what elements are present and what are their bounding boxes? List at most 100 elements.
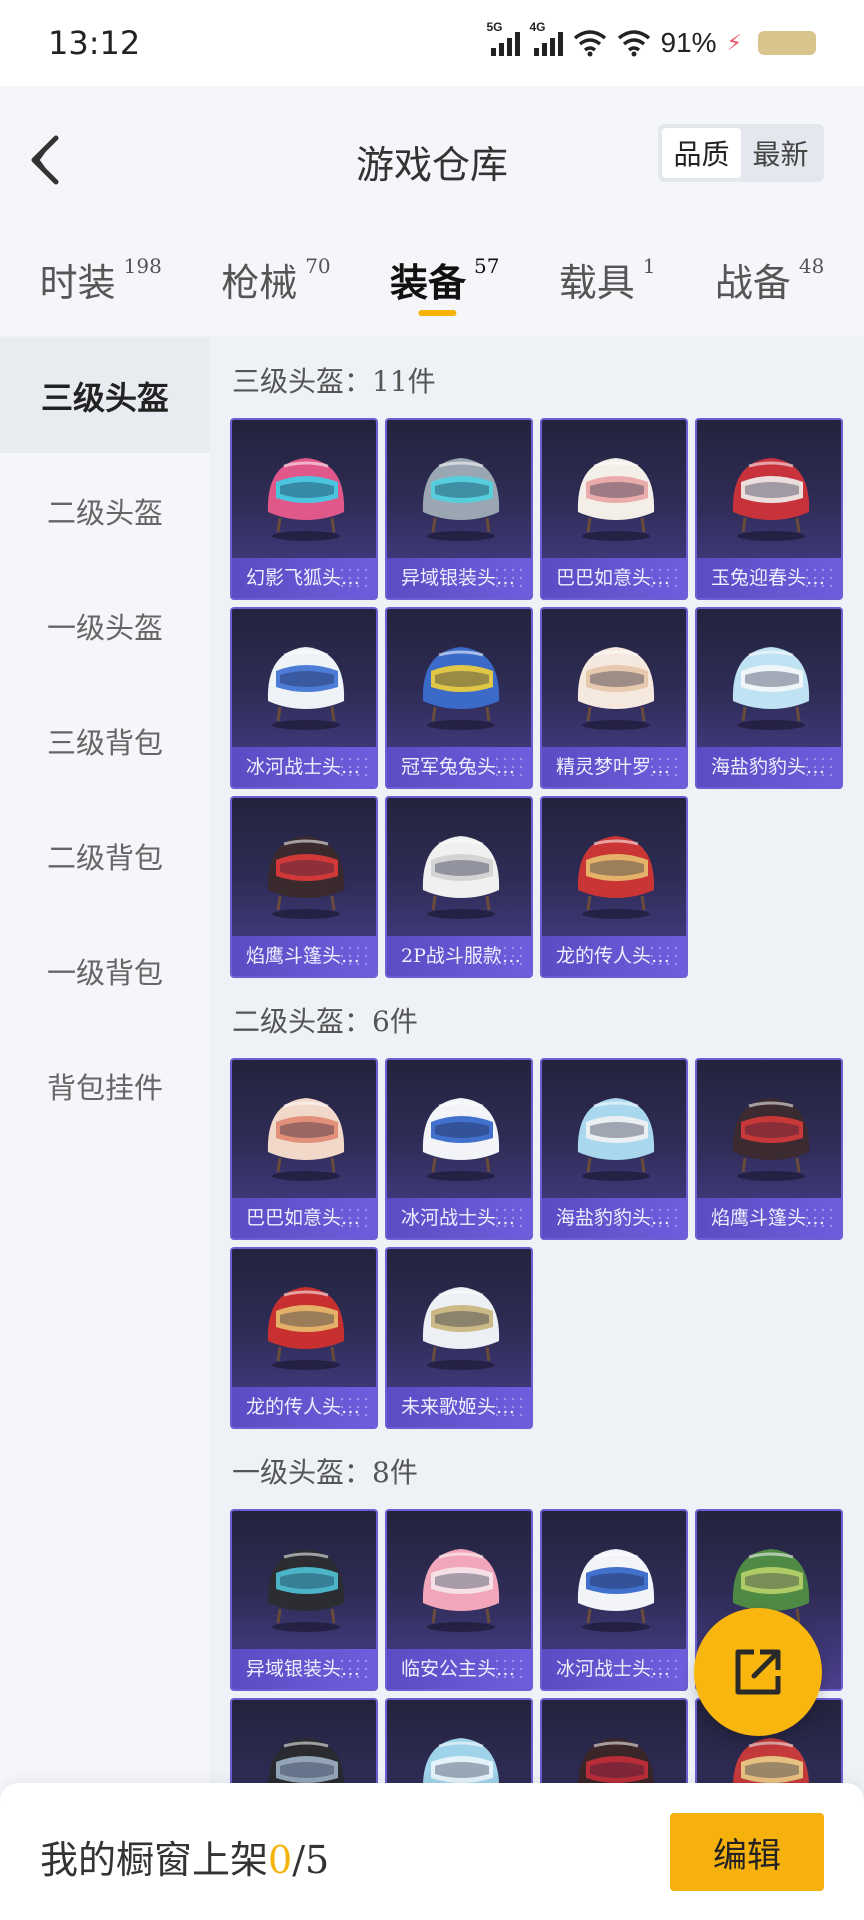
dot-pattern xyxy=(493,566,523,590)
helmet-icon xyxy=(409,820,513,924)
tab-fashion[interactable]: 时装 198 xyxy=(40,222,162,336)
dot-pattern xyxy=(338,1657,368,1681)
sidebar-item-level1-backpack[interactable]: 一级背包 xyxy=(0,913,210,1028)
sidebar-item-level2-backpack[interactable]: 二级背包 xyxy=(0,798,210,913)
showcase-label: 我的橱窗上架 xyxy=(40,1838,268,1882)
sort-newest-button[interactable]: 最新 xyxy=(741,128,820,178)
tab-count: 57 xyxy=(474,254,499,278)
helmet-icon xyxy=(564,820,668,924)
item-card[interactable]: 海盐豹豹头… xyxy=(695,607,843,789)
item-card[interactable]: 2P战斗服款… xyxy=(385,796,533,978)
helmet-icon xyxy=(564,442,668,546)
dot-pattern xyxy=(648,1206,678,1230)
section-title: 三级头盔：11件 xyxy=(232,360,864,400)
share-icon xyxy=(730,1644,786,1700)
item-card[interactable]: 焰鹰斗篷头… xyxy=(695,1058,843,1240)
sidebar-item-level1-helmet[interactable]: 一级头盔 xyxy=(0,568,210,683)
dot-pattern xyxy=(493,1657,523,1681)
helmet-icon xyxy=(254,1722,358,1783)
helmet-icon xyxy=(409,631,513,735)
battery-percent: 91% xyxy=(661,27,717,59)
dot-pattern xyxy=(338,755,368,779)
header: 游戏仓库 品质 最新 xyxy=(0,86,864,222)
item-card[interactable]: 未来歌姬头… xyxy=(385,1247,533,1429)
status-bar: 13:12 5G 4G 91% ⚡ xyxy=(0,0,864,86)
dot-pattern xyxy=(493,1395,523,1419)
showcase-total: /5 xyxy=(292,1838,329,1882)
tab-label: 载具 xyxy=(559,252,635,307)
item-card[interactable]: 龙的传人头… xyxy=(230,1247,378,1429)
tab-count: 1 xyxy=(643,254,656,278)
helmet-icon xyxy=(254,442,358,546)
dot-pattern xyxy=(648,944,678,968)
item-card[interactable] xyxy=(385,1698,533,1783)
item-card[interactable]: 巴巴如意头… xyxy=(540,418,688,600)
item-card[interactable]: 临安公主头… xyxy=(385,1509,533,1691)
sidebar: 三级头盔 二级头盔 一级头盔 三级背包 二级背包 一级背包 背包挂件 xyxy=(0,338,210,1920)
wifi-icon-2 xyxy=(617,29,651,57)
tab-count: 48 xyxy=(799,254,824,278)
dot-pattern xyxy=(338,1206,368,1230)
tab-label: 时装 xyxy=(40,252,116,307)
helmet-icon xyxy=(254,1082,358,1186)
item-card[interactable]: 冰河战士头… xyxy=(230,607,378,789)
sidebar-item-level3-helmet[interactable]: 三级头盔 xyxy=(0,338,210,453)
helmet-icon xyxy=(409,1082,513,1186)
sort-quality-button[interactable]: 品质 xyxy=(662,128,741,178)
share-button[interactable] xyxy=(694,1608,822,1736)
tab-equipment[interactable]: 装备 57 xyxy=(390,222,499,336)
item-card[interactable]: 巴巴如意头… xyxy=(230,1058,378,1240)
item-card[interactable]: 幻影飞狐头… xyxy=(230,418,378,600)
status-time: 13:12 xyxy=(48,24,140,62)
dot-pattern xyxy=(338,1395,368,1419)
item-grid: 巴巴如意头…冰河战士头…海盐豹豹头…焰鹰斗篷头… 龙的传人头…未来歌姬头… xyxy=(230,1058,864,1429)
sidebar-item-level3-backpack[interactable]: 三级背包 xyxy=(0,683,210,798)
helmet-icon xyxy=(409,442,513,546)
dot-pattern xyxy=(493,944,523,968)
dot-pattern xyxy=(648,755,678,779)
category-tabs: 时装 198 枪械 70 装备 57 载具 1 战备 48 xyxy=(0,222,864,336)
signal-5g-icon: 5G xyxy=(487,30,520,56)
item-card[interactable]: 异域银装头… xyxy=(385,418,533,600)
item-card[interactable]: 冰河战士头… xyxy=(540,1509,688,1691)
tab-vehicles[interactable]: 载具 1 xyxy=(559,222,656,336)
tab-weapons[interactable]: 枪械 70 xyxy=(221,222,330,336)
helmet-icon xyxy=(564,631,668,735)
item-card[interactable]: 精灵梦叶罗… xyxy=(540,607,688,789)
item-card[interactable]: 龙的传人头… xyxy=(540,796,688,978)
item-card[interactable]: 海盐豹豹头… xyxy=(540,1058,688,1240)
sort-toggle: 品质 最新 xyxy=(658,124,824,182)
charging-icon: ⚡ xyxy=(727,30,742,56)
item-card[interactable]: 玉兔迎春头… xyxy=(695,418,843,600)
sidebar-item-backpack-charm[interactable]: 背包挂件 xyxy=(0,1028,210,1143)
item-card[interactable]: 冠军兔兔头… xyxy=(385,607,533,789)
helmet-icon xyxy=(409,1271,513,1375)
dot-pattern xyxy=(338,944,368,968)
item-card[interactable]: 异域银装头… xyxy=(230,1509,378,1691)
battery-icon xyxy=(758,31,816,55)
wifi-icon xyxy=(573,29,607,57)
sidebar-item-level2-helmet[interactable]: 二级头盔 xyxy=(0,453,210,568)
tab-label: 装备 xyxy=(390,252,466,307)
tab-count: 70 xyxy=(305,254,330,278)
item-grid: 幻影飞狐头…异域银装头…巴巴如意头…玉兔迎春头… 冰河战士头…冠军兔兔头…精灵梦叶… xyxy=(230,418,864,978)
helmet-icon xyxy=(254,820,358,924)
tab-gear[interactable]: 战备 48 xyxy=(715,222,824,336)
helmet-icon xyxy=(409,1533,513,1637)
helmet-icon xyxy=(564,1082,668,1186)
item-card[interactable]: 焰鹰斗篷头… xyxy=(230,796,378,978)
item-card[interactable] xyxy=(230,1698,378,1783)
tab-label: 枪械 xyxy=(221,252,297,307)
edit-button[interactable]: 编辑 xyxy=(670,1813,824,1891)
item-list[interactable]: 三级头盔：11件幻影飞狐头…异域银装头…巴巴如意头…玉兔迎春头…冰河战士头…冠军… xyxy=(210,338,864,1783)
net-type-4g: 4G xyxy=(530,20,546,34)
tab-count: 198 xyxy=(124,254,162,278)
helmet-icon xyxy=(719,631,823,735)
helmet-icon xyxy=(254,631,358,735)
net-type-5g: 5G xyxy=(487,20,503,34)
item-card[interactable]: 冰河战士头… xyxy=(385,1058,533,1240)
item-card[interactable] xyxy=(540,1698,688,1783)
dot-pattern xyxy=(803,755,833,779)
helmet-icon xyxy=(719,1082,823,1186)
tab-label: 战备 xyxy=(715,252,791,307)
